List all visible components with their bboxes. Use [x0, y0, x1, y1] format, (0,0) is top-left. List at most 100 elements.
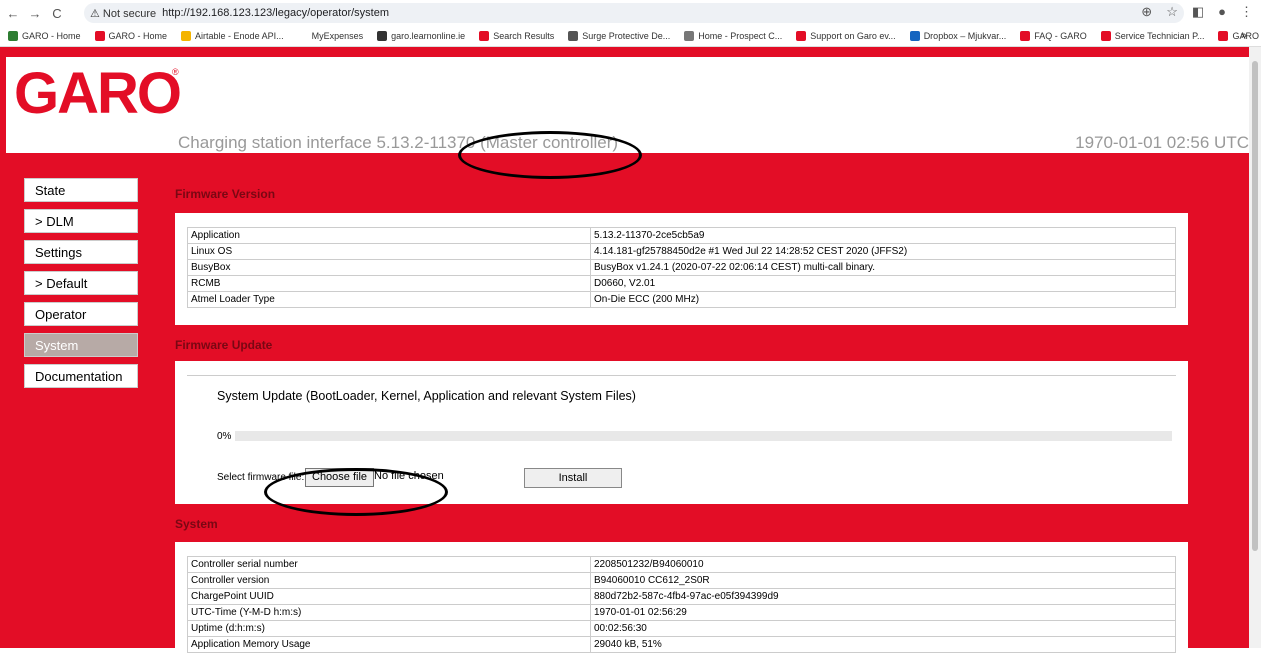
row-value: 880d72b2-587c-4fb4-97ac-e05f394399d9	[590, 588, 1176, 605]
table-row: Atmel Loader Type On-Die ECC (200 MHz)	[187, 291, 1176, 308]
zoom-icon[interactable]: ⊕	[1141, 4, 1152, 20]
progress-text: 0%	[217, 431, 232, 442]
bookmark-item[interactable]: GARO - Home	[94, 31, 168, 41]
menu-item-operator[interactable]: Operator	[24, 302, 138, 326]
progress-bar	[235, 431, 1172, 441]
bookmark-item[interactable]: Search Results	[479, 31, 554, 41]
row-value: 4.14.181-gf25788450d2e #1 Wed Jul 22 14:…	[590, 243, 1176, 260]
menu-item-state[interactable]: State	[24, 178, 138, 202]
menu-item-documentation[interactable]: Documentation	[24, 364, 138, 388]
row-value: D0660, V2.01	[590, 275, 1176, 292]
sidepanel-icon[interactable]: ◧	[1192, 4, 1204, 20]
bookmark-item[interactable]: Home - Prospect C...	[684, 31, 782, 41]
bookmark-item[interactable]: MyExpenses	[297, 31, 364, 41]
bookmark-star-icon[interactable]: ☆	[1166, 4, 1178, 20]
forward-icon[interactable]: →	[26, 6, 44, 21]
browser-toolbar: ← → C ⚠ Not secure http://192.168.123.12…	[0, 0, 1261, 26]
registered-mark: ®	[172, 67, 179, 77]
firmware-version-title: Firmware Version	[175, 187, 276, 201]
menu-item-default[interactable]: > Default	[24, 271, 138, 295]
interface-title: Charging station interface 5.13.2-11370 …	[178, 133, 619, 152]
bookmark-label: Surge Protective De...	[582, 31, 671, 41]
select-file-label: Select firmware file:	[217, 472, 305, 483]
bookmark-label: garo.learnonline.ie	[391, 31, 466, 41]
bookmark-label: Search Results	[493, 31, 555, 41]
bookmark-item[interactable]: Dropbox – Mjukvar...	[909, 31, 1007, 41]
system-title: System	[175, 517, 218, 531]
bookmark-favicon-icon	[181, 31, 192, 41]
bookmark-label: MyExpenses	[311, 31, 364, 41]
bookmark-item[interactable]: Airtable - Enode API...	[181, 31, 284, 41]
bookmark-item[interactable]: garo.learnonline.ie	[377, 31, 465, 41]
row-label: Linux OS	[187, 243, 591, 260]
update-heading: System Update (BootLoader, Kernel, Appli…	[217, 389, 636, 403]
back-icon[interactable]: ←	[4, 6, 22, 21]
interface-time: 1970-01-01 02:56 UTC	[1075, 133, 1249, 152]
page-header: GARO ® Charging station interface 5.13.2…	[6, 57, 1249, 153]
row-value: 00:02:56:30	[590, 620, 1176, 637]
choose-file-button[interactable]: Choose file	[305, 468, 375, 487]
row-label: ChargePoint UUID	[187, 588, 591, 605]
profile-avatar[interactable]: ●	[1218, 4, 1226, 20]
bookmark-favicon-icon	[796, 31, 807, 41]
bookmark-item[interactable]: Support on Garo ev...	[796, 31, 896, 41]
bookmark-label: Dropbox – Mjukvar...	[923, 31, 1007, 41]
url-text[interactable]: http://192.168.123.123/legacy/operator/s…	[162, 7, 389, 19]
bookmark-label: Support on Garo ev...	[810, 31, 896, 41]
row-value: B94060010 CC612_2S0R	[590, 572, 1176, 589]
system-panel: Controller serial number 2208501232/B9406…	[175, 542, 1188, 653]
bookmark-label: Airtable - Enode API...	[195, 31, 284, 41]
bookmark-favicon-icon	[479, 31, 490, 41]
menu-item-settings[interactable]: Settings	[24, 240, 138, 264]
bookmark-item[interactable]: GARO Electric Vehic...	[1218, 31, 1261, 41]
table-row: Linux OS 4.14.181-gf25788450d2e #1 Wed Ju…	[187, 243, 1176, 260]
row-label: Controller serial number	[187, 556, 591, 573]
page-scrollbar[interactable]	[1249, 47, 1261, 648]
table-row: Controller version B94060010 CC612_2S0R	[187, 572, 1176, 589]
row-value: 2208501232/B94060010	[590, 556, 1176, 573]
bookmark-item[interactable]: FAQ - GARO	[1020, 31, 1087, 41]
table-row: Uptime (d:h:m:s) 00:02:56:30	[187, 620, 1176, 637]
row-value: 29040 kB, 51%	[590, 636, 1176, 653]
bookmark-favicon-icon	[568, 31, 579, 41]
bookmark-favicon-icon	[1020, 31, 1031, 41]
not-secure-badge[interactable]: ⚠ Not secure	[90, 7, 156, 20]
bookmark-label: GARO - Home	[22, 31, 81, 41]
menu-icon[interactable]: ⋮	[1240, 4, 1253, 20]
bookmark-item[interactable]: Surge Protective De...	[568, 31, 670, 41]
firmware-version-table: Application 5.13.2-11370-2ce5cb5a9 Linux O…	[187, 227, 1176, 308]
install-button[interactable]: Install	[524, 468, 622, 488]
bookmark-label: Home - Prospect C...	[698, 31, 783, 41]
bookmark-favicon-icon	[909, 31, 920, 41]
row-label: Application	[187, 227, 591, 244]
table-row: ChargePoint UUID 880d72b2-587c-4fb4-97ac-…	[187, 588, 1176, 605]
bookmark-favicon-icon	[1100, 31, 1111, 41]
bookmark-item[interactable]: Service Technician P...	[1100, 31, 1204, 41]
bookmark-favicon-icon	[684, 31, 695, 41]
firmware-update-title: Firmware Update	[175, 338, 273, 352]
menu-item-system[interactable]: System	[24, 333, 138, 357]
reload-icon[interactable]: C	[48, 6, 66, 21]
garo-logo: GARO	[14, 61, 182, 126]
menu-item-dlm[interactable]: > DLM	[24, 209, 138, 233]
table-row: RCMB D0660, V2.01	[187, 275, 1176, 292]
bookmark-label: GARO - Home	[108, 31, 168, 41]
scrollbar-thumb[interactable]	[1252, 61, 1258, 551]
bookmark-favicon-icon	[94, 31, 105, 41]
divider	[187, 375, 1176, 376]
row-label: Atmel Loader Type	[187, 291, 591, 308]
bookmarks-more-icon[interactable]: »	[1241, 30, 1247, 42]
row-value: 5.13.2-11370-2ce5cb5a9	[590, 227, 1176, 244]
address-bar[interactable]: ⚠ Not secure http://192.168.123.123/lega…	[84, 3, 1184, 23]
row-label: Controller version	[187, 572, 591, 589]
table-row: Application 5.13.2-11370-2ce5cb5a9	[187, 227, 1176, 244]
bookmark-favicon-icon	[1218, 31, 1229, 41]
table-row: UTC-Time (Y-M-D h:m:s) 1970-01-01 02:56:2…	[187, 604, 1176, 621]
row-value: On-Die ECC (200 MHz)	[590, 291, 1176, 308]
bookmark-item[interactable]: GARO - Home	[8, 31, 81, 41]
table-row: Application Memory Usage 29040 kB, 51%	[187, 636, 1176, 653]
row-value: BusyBox v1.24.1 (2020-07-22 02:06:14 CES…	[590, 259, 1176, 276]
bookmark-label: FAQ - GARO	[1034, 31, 1087, 41]
bookmarks-bar: GARO - Home GARO - Home Airtable - Enode A…	[0, 26, 1261, 47]
row-label: Application Memory Usage	[187, 636, 591, 653]
